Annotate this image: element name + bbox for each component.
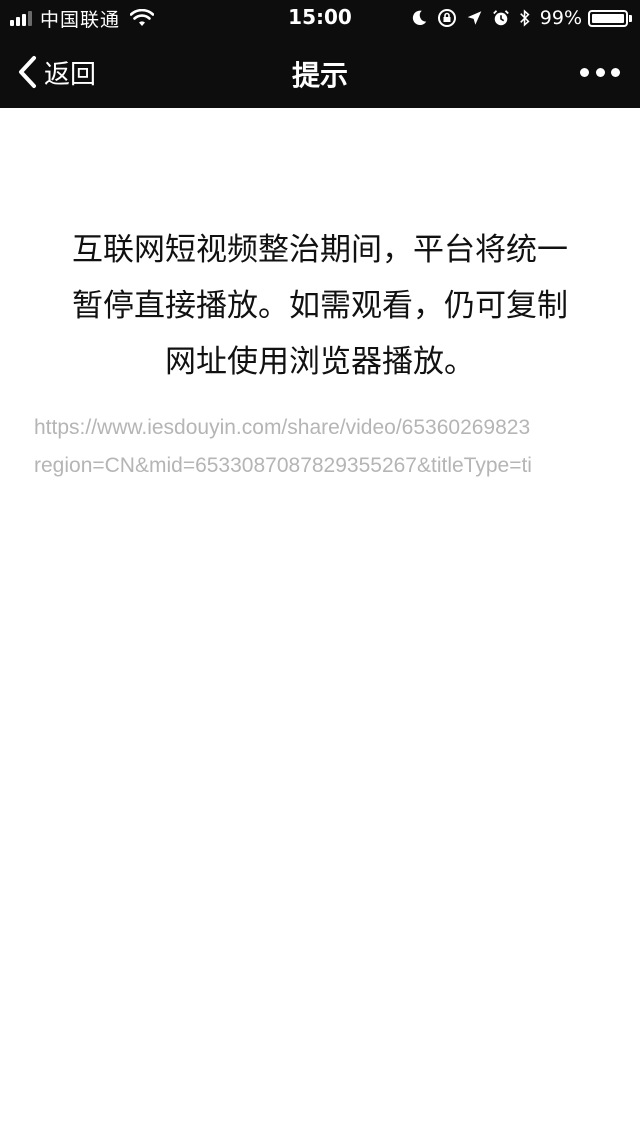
nav-bar: 返回 提示	[0, 36, 640, 108]
status-bar: 中国联通 15:00 99%	[0, 0, 640, 36]
battery-tip	[629, 14, 632, 22]
message-line-2: 暂停直接播放。如需观看，仍可复制	[72, 288, 568, 324]
orientation-lock-icon	[437, 9, 456, 27]
message-line-1: 互联网短视频整治期间，平台将统一	[72, 232, 568, 268]
bluetooth-icon	[519, 9, 530, 27]
page-title: 提示	[291, 59, 348, 92]
video-url-line-1[interactable]: https://www.iesdouyin.com/share/video/65…	[34, 416, 640, 440]
header: 中国联通 15:00 99% 返回 提示	[0, 0, 640, 108]
battery-icon	[588, 9, 628, 27]
screen: 中国联通 15:00 99% 返回 提示 互联网短视频整治期间，平台将统一 暂停…	[0, 0, 640, 1138]
message-line-3: 网址使用浏览器播放。	[165, 344, 475, 380]
location-arrow-icon	[467, 11, 482, 25]
more-dots-icon[interactable]	[580, 60, 620, 84]
notice-message: 互联网短视频整治期间，平台将统一 暂停直接播放。如需观看，仍可复制 网址使用浏览…	[30, 222, 610, 390]
moon-icon	[412, 10, 426, 26]
alarm-icon	[492, 10, 509, 26]
video-url-line-2[interactable]: region=CN&mid=6533087087829355267&titleT…	[34, 454, 640, 478]
status-right: 99%	[401, 6, 632, 30]
battery-percent: 99%	[539, 7, 582, 29]
